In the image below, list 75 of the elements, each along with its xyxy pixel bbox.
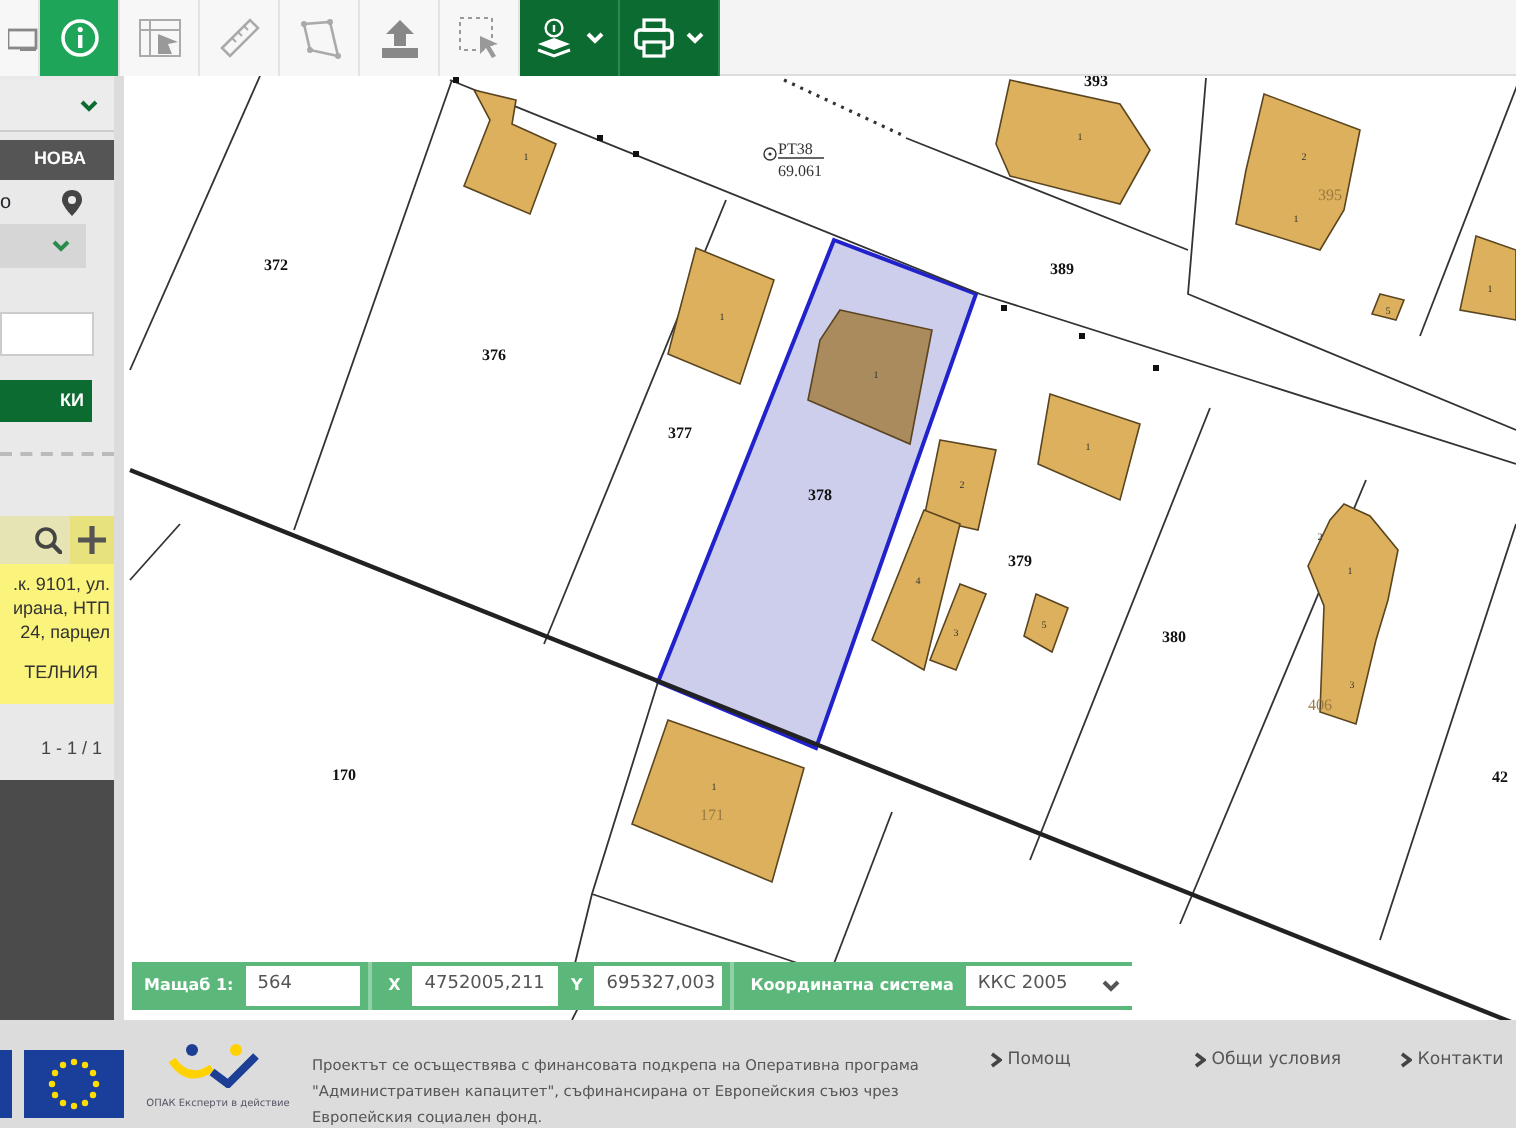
- layers-info-icon: [534, 18, 574, 58]
- info-tool-button[interactable]: [40, 0, 120, 76]
- parcel-number: 393: [1084, 76, 1108, 90]
- x-label: X: [386, 974, 403, 998]
- search-input[interactable]: [0, 312, 94, 356]
- result-card[interactable]: .к. 9101, ул. ирана, НТП 24, парцел ТЕЛНИЯ: [0, 564, 114, 704]
- parcel-number: 406: [1308, 696, 1332, 714]
- caret-icon: [80, 99, 98, 111]
- parcel-number: 378: [808, 486, 832, 504]
- pagination-text: 1 - 1 / 1: [38, 736, 104, 762]
- scale-label: Мащаб 1:: [142, 974, 236, 998]
- footer-link[interactable]: Помощ: [990, 1048, 1071, 1074]
- add-button[interactable]: [70, 516, 114, 564]
- building-shape: [1459, 234, 1516, 321]
- result-text: ирана, НТП: [11, 596, 110, 620]
- result-text: .к. 9101, ул.: [10, 572, 110, 596]
- y-coordinate-field[interactable]: 695327,003: [594, 966, 723, 1006]
- parcel-number: 389: [1050, 260, 1074, 278]
- building-shape: [667, 246, 775, 386]
- chevron-icon: [1194, 1051, 1206, 1068]
- building-shape: [1023, 592, 1069, 654]
- polygon-icon: [297, 17, 341, 59]
- upload-icon: [379, 17, 419, 59]
- parcel-number: 380: [1162, 628, 1186, 646]
- parcel-number: 395: [1318, 186, 1342, 204]
- upload-tool-button[interactable]: [360, 0, 440, 76]
- parcel-number: 376: [482, 346, 506, 364]
- polygon-tool-button[interactable]: [280, 0, 360, 76]
- parcel-number: 379: [1008, 552, 1032, 570]
- parcel-number: 377: [668, 424, 692, 442]
- print-menu-button[interactable]: [620, 0, 720, 76]
- caret-icon: [586, 32, 604, 44]
- building-shape: [1370, 293, 1406, 321]
- printer-icon: [634, 18, 674, 58]
- selection-icon: [458, 16, 500, 60]
- location-pin-icon: [62, 189, 82, 215]
- footer-link[interactable]: Контакти: [1400, 1048, 1504, 1074]
- screen-tool-button[interactable]: [0, 0, 40, 76]
- eu-flag-icon: [0, 1050, 124, 1118]
- caret-icon: [686, 32, 704, 44]
- caret-icon: [52, 240, 70, 252]
- x-coordinate-field[interactable]: 4752005,211: [412, 966, 559, 1006]
- coordinate-system-value: ККС 2005: [977, 972, 1068, 999]
- parcel-number: 42: [1492, 768, 1508, 786]
- search-button[interactable]: КИ: [0, 380, 92, 422]
- caret-icon: [1101, 980, 1120, 992]
- chevron-icon: [990, 1051, 1002, 1068]
- ruler-cursor-icon: [137, 18, 181, 58]
- coordinate-system-select[interactable]: ККС 2005: [965, 966, 1132, 1006]
- plus-icon: [78, 526, 106, 554]
- ruler-icon: [217, 16, 261, 60]
- footer-link[interactable]: Общи условия: [1194, 1048, 1342, 1074]
- search-button[interactable]: [34, 526, 62, 554]
- dropdown-field[interactable]: [0, 224, 86, 268]
- scale-field[interactable]: 564: [245, 966, 361, 1006]
- parcel-number: 372: [264, 256, 288, 274]
- coordinate-system-label: Координатна система: [748, 974, 956, 998]
- benchmark-elevation: 69.061: [778, 162, 822, 180]
- search-icon: [34, 526, 62, 554]
- info-icon: [59, 18, 99, 58]
- area-tool-button[interactable]: [120, 0, 200, 76]
- benchmark-icon: [763, 147, 777, 161]
- location-label: о: [0, 189, 12, 217]
- parcel-number: 170: [332, 766, 356, 784]
- section-header: НОВА: [0, 140, 114, 180]
- ruler-tool-button[interactable]: [200, 0, 280, 76]
- result-text: 24, парцел: [18, 620, 110, 644]
- building-shape: [462, 88, 557, 216]
- chevron-icon: [1400, 1051, 1412, 1068]
- benchmark-name: РТ38: [778, 140, 813, 158]
- layers-info-menu-button[interactable]: [520, 0, 620, 76]
- parcel-number: 171: [700, 806, 724, 824]
- building-shape: [1037, 392, 1141, 502]
- y-label: Y: [568, 974, 585, 998]
- result-title: ТЕЛНИЯ: [22, 660, 100, 684]
